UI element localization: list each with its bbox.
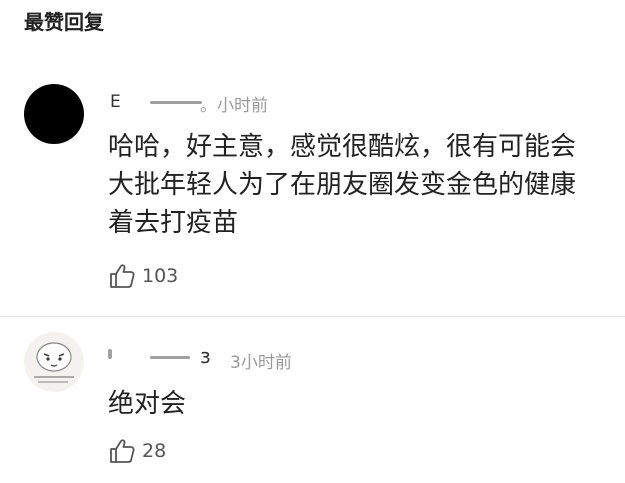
username[interactable]: з — [200, 344, 211, 368]
avatar[interactable] — [24, 332, 84, 392]
comment-body: 绝对会 — [108, 385, 625, 423]
comment-body: 哈哈，好主意，感觉很酷炫，很有可能会 大批年轻人为了在朋友圈发变金色的健康 着去… — [108, 128, 625, 242]
like-button[interactable]: 28 — [108, 437, 166, 465]
like-count: 103 — [142, 265, 179, 287]
cartoon-face-icon — [34, 342, 74, 383]
comment-line: 哈哈，好主意，感觉很酷炫，很有可能会 — [108, 132, 577, 162]
username-blur — [150, 356, 190, 359]
comment-line: 着去打疫苗 — [108, 208, 239, 238]
section-title: 最赞回复 — [24, 10, 104, 34]
like-button[interactable]: 103 — [108, 262, 178, 290]
thumbs-up-icon — [110, 439, 135, 463]
comment-time: 3小时前 — [230, 353, 292, 373]
comment-time: 。小时前 — [200, 96, 268, 116]
comment-divider — [0, 316, 625, 317]
reply-section: 最赞回复 Е 。小时前 哈哈，好主意，感觉很酷炫，很有可能会 大批年轻人为了在朋… — [0, 0, 625, 483]
username[interactable]: Е — [110, 92, 121, 112]
avatar[interactable] — [24, 84, 84, 144]
comment-line: 绝对会 — [108, 389, 187, 419]
username-blur — [150, 101, 202, 104]
comment-line: 大批年轻人为了在朋友圈发变金色的健康 — [108, 170, 577, 200]
thumbs-up-icon — [110, 264, 135, 288]
like-count: 28 — [142, 440, 167, 462]
username-blur — [108, 349, 112, 359]
